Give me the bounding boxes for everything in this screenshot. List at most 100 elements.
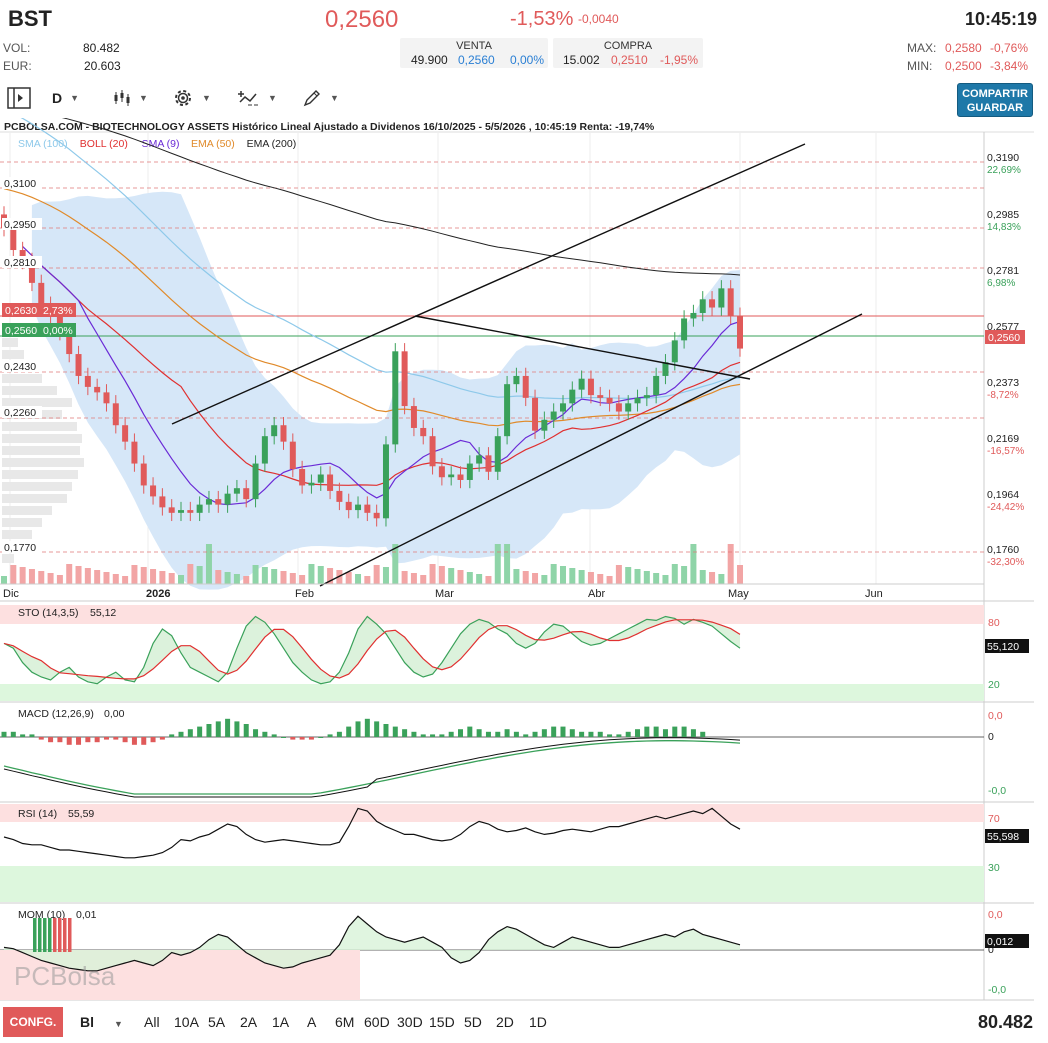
candle <box>420 427 427 437</box>
indicator-level: 80 <box>988 617 1000 629</box>
candle <box>727 288 734 316</box>
config-button[interactable]: CONFG. <box>3 1007 63 1037</box>
volume-bar <box>252 565 259 584</box>
candle <box>159 496 166 508</box>
period-button-60d[interactable]: 60D <box>364 1014 390 1030</box>
volume-profile-bar <box>2 530 32 539</box>
price-axis-label: 0,3190 <box>987 152 1019 164</box>
candle <box>662 362 669 376</box>
macd-hist-bar <box>308 737 314 740</box>
macd-hist-bar <box>625 731 631 737</box>
volume-profile-bar <box>2 494 67 503</box>
level-label: 0,3100 <box>4 178 36 190</box>
period-button-a[interactable]: A <box>307 1014 316 1030</box>
volume-bar <box>75 566 82 584</box>
volume-bar <box>541 575 548 584</box>
macd-hist-bar <box>94 737 100 743</box>
mom-histogram-bar <box>63 918 67 952</box>
period-button-all[interactable]: All <box>144 1014 160 1030</box>
volume-bar <box>522 571 529 584</box>
candle <box>476 455 483 464</box>
chart-type-select[interactable]: ▼ <box>113 84 148 112</box>
macd-hist-bar <box>336 731 342 737</box>
volume-profile-bar <box>2 422 77 431</box>
macd-hist-bar <box>560 726 566 737</box>
volume-bar <box>122 576 129 584</box>
period-button-2a[interactable]: 2A <box>240 1014 257 1030</box>
mom-histogram-bar <box>68 918 72 952</box>
eur-value: 20.603 <box>84 59 121 73</box>
candle <box>522 375 529 398</box>
period-button-15d[interactable]: 15D <box>429 1014 455 1030</box>
period-select[interactable]: D ▼ <box>52 84 79 112</box>
candle <box>205 499 212 505</box>
macd-hist-bar <box>374 721 380 737</box>
volume-bar <box>10 565 17 584</box>
price-chart[interactable]: PCBOLSA.COM - BIOTECHNOLOGY ASSETS Histó… <box>0 118 1048 1004</box>
volume-bar <box>364 576 371 584</box>
macd-hist-bar <box>280 737 286 738</box>
candle <box>252 463 259 500</box>
period-button-1d[interactable]: 1D <box>529 1014 547 1030</box>
period-button-1a[interactable]: 1A <box>272 1014 289 1030</box>
volume-bar <box>709 572 716 584</box>
volume-bar <box>131 565 138 584</box>
macd-hist-bar <box>215 721 221 737</box>
macd-hist-bar <box>579 731 585 737</box>
price-axis-percent: 22,69% <box>987 165 1021 176</box>
macd-hist-bar <box>271 734 277 737</box>
mom-histogram-bar <box>53 918 57 952</box>
candle <box>597 395 604 398</box>
macd-hist-bar <box>85 737 91 743</box>
volume-bar <box>727 544 734 584</box>
volume-bar <box>466 572 473 584</box>
share-save-button[interactable]: COMPARTIR GUARDAR <box>957 83 1033 117</box>
macd-hist-bar <box>681 726 687 737</box>
volume-bar <box>66 564 73 584</box>
volume-bar <box>84 568 91 584</box>
interval-select[interactable]: Bl ▼ <box>80 1014 123 1030</box>
period-button-30d[interactable]: 30D <box>397 1014 423 1030</box>
candle <box>308 482 315 486</box>
period-button-2d[interactable]: 2D <box>496 1014 514 1030</box>
price-axis-label: 0,1760 <box>987 544 1019 556</box>
volume-value: 80.482 <box>83 41 120 55</box>
volume-bar <box>280 571 287 584</box>
settings-button[interactable]: ▼ <box>172 84 211 112</box>
period-button-6m[interactable]: 6M <box>335 1014 354 1030</box>
candle <box>392 351 399 445</box>
candle <box>587 378 594 396</box>
candle <box>103 392 110 404</box>
candle <box>504 384 511 437</box>
price-axis-label: 0,2985 <box>987 209 1019 221</box>
macd-hist-bar <box>420 734 426 737</box>
period-button-5a[interactable]: 5A <box>208 1014 225 1030</box>
drawing-tools-button[interactable]: ▼ <box>302 84 339 112</box>
panel-toggle-button[interactable] <box>6 84 32 112</box>
macd-hist-bar <box>290 737 296 740</box>
candle <box>122 425 129 442</box>
candle <box>643 395 650 398</box>
eur-label: EUR: <box>3 59 32 73</box>
macd-hist-bar <box>225 718 231 737</box>
x-axis-label: Abr <box>588 588 605 600</box>
change-absolute: -0,0040 <box>578 12 619 26</box>
candle <box>355 504 362 511</box>
macd-hist-bar <box>523 734 529 737</box>
axis-price-tag: 0,2560 <box>988 332 1020 344</box>
macd-hist-bar <box>327 734 333 737</box>
macd-hist-bar <box>243 724 249 737</box>
chevron-down-icon: ▼ <box>70 93 80 103</box>
venta-qty: 49.900 <box>411 53 448 67</box>
macd-hist-bar <box>206 724 212 737</box>
candle <box>196 504 203 513</box>
candle <box>718 288 725 308</box>
share-label: COMPARTIR <box>962 88 1028 100</box>
candle <box>690 312 697 319</box>
volume-profile-bar <box>2 350 24 359</box>
period-button-10a[interactable]: 10A <box>174 1014 199 1030</box>
period-button-5d[interactable]: 5D <box>464 1014 482 1030</box>
volume-profile-bar <box>2 338 18 347</box>
indicators-button[interactable]: ▼ <box>238 84 277 112</box>
compra-pct: -1,95% <box>660 53 699 67</box>
